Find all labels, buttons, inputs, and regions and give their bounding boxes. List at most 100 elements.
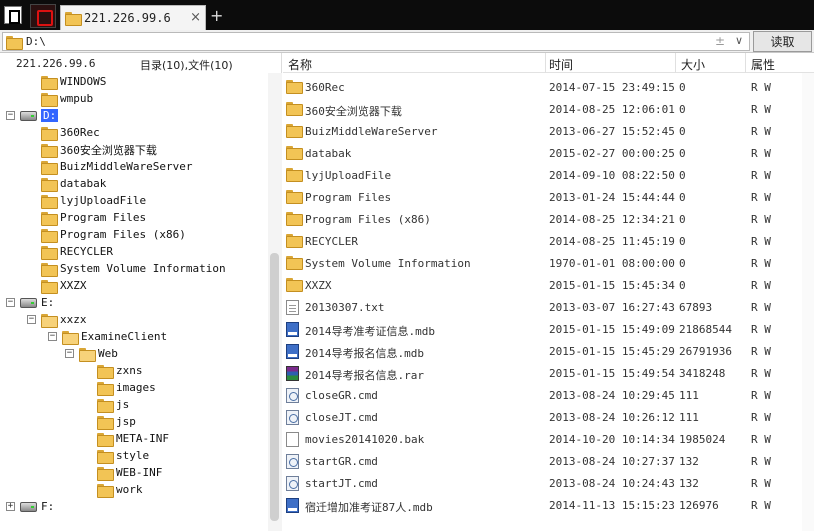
tree-node-label: wmpub (60, 92, 94, 105)
file-time: 2015-02-27 00:00:25 (549, 147, 675, 160)
new-tab-button[interactable]: + (210, 6, 223, 25)
tree-node[interactable]: zxns (97, 362, 143, 379)
tree-node[interactable]: jsp (97, 413, 136, 430)
folder-icon (286, 124, 303, 138)
folder-icon (286, 234, 303, 248)
chevron-down-icon[interactable]: ∨ (735, 34, 743, 47)
tree-node[interactable]: RECYCLER (41, 243, 113, 260)
tree-node[interactable]: Program Files (41, 209, 146, 226)
collapse-icon[interactable]: − (48, 332, 57, 341)
file-row[interactable]: closeGR.cmd 2013-08-24 10:29:45 111 R W (283, 385, 814, 407)
file-row[interactable]: XXZX 2015-01-15 15:45:34 0 R W (283, 275, 814, 297)
tree-scrollbar-thumb[interactable] (270, 253, 279, 521)
file-row[interactable]: closeJT.cmd 2013-08-24 10:26:12 111 R W (283, 407, 814, 429)
tree-node[interactable]: System Volume Information (41, 260, 226, 277)
path-value[interactable]: D:\ (26, 35, 46, 48)
file-row[interactable]: Program Files (x86) 2014-08-25 12:34:21 0 R… (283, 209, 814, 231)
folder-icon (97, 415, 114, 430)
file-row[interactable]: startJT.cmd 2013-08-24 10:24:43 132 R W (283, 473, 814, 495)
file-row[interactable]: 20130307.txt 2013-03-07 16:27:43 67893 R W (283, 297, 814, 319)
file-time: 2013-08-24 10:26:12 (549, 411, 675, 424)
file-attr: R W (751, 279, 771, 292)
file-row[interactable]: 360Rec 2014-07-15 23:49:15 0 R W (283, 77, 814, 99)
file-row[interactable]: 2014导考报名信息.mdb 2015-01-15 15:45:29 2679193… (283, 341, 814, 363)
column-name[interactable]: 名称 (288, 56, 312, 73)
path-bar: D:\ ± ∨ 读取 (0, 30, 814, 53)
file-row[interactable]: Program Files 2013-01-24 15:44:44 0 R W (283, 187, 814, 209)
path-history-icon[interactable]: ± (715, 34, 725, 48)
file-time: 2015-01-15 15:49:54 (549, 367, 675, 380)
folder-icon (41, 126, 58, 141)
file-attr: R W (751, 235, 771, 248)
tree-node[interactable]: images (97, 379, 156, 396)
file-row[interactable]: RECYCLER 2014-08-25 11:45:19 0 R W (283, 231, 814, 253)
collapse-icon[interactable]: − (27, 315, 36, 324)
file-size: 111 (679, 389, 699, 402)
file-row[interactable]: 360安全浏览器下载 2014-08-25 12:06:01 0 R W (283, 99, 814, 121)
tree-node[interactable]: − D: (6, 107, 59, 124)
tree-node[interactable]: − ExamineClient (48, 328, 167, 345)
file-size: 0 (679, 169, 686, 182)
collapse-icon[interactable]: − (65, 349, 74, 358)
tree-node[interactable]: Program Files (x86) (41, 226, 186, 243)
file-time: 2015-01-15 15:45:29 (549, 345, 675, 358)
tree-node[interactable]: − E: (6, 294, 54, 311)
file-list-scrollbar[interactable] (802, 73, 814, 531)
tree-node[interactable]: js (97, 396, 129, 413)
collapse-icon[interactable]: − (6, 111, 15, 120)
column-size[interactable]: 大小 (681, 56, 705, 73)
file-row[interactable]: startGR.cmd 2013-08-24 10:27:37 132 R W (283, 451, 814, 473)
tree-node[interactable]: databak (41, 175, 106, 192)
file-name: RECYCLER (305, 235, 358, 248)
file-size: 0 (679, 147, 686, 160)
column-attr[interactable]: 属性 (751, 56, 775, 73)
file-time: 2013-06-27 15:52:45 (549, 125, 675, 138)
tab-close-icon[interactable]: × (190, 10, 201, 25)
tree-node[interactable]: 360Rec (41, 124, 100, 141)
tree-node-label: databak (60, 177, 107, 190)
tree-scrollbar[interactable] (268, 73, 282, 531)
file-attr: R W (751, 477, 771, 490)
collapse-icon[interactable]: − (6, 298, 15, 307)
path-input[interactable]: D:\ ± ∨ (2, 32, 750, 51)
tab-connection[interactable]: 221.226.99.6 × (60, 5, 206, 30)
file-row[interactable]: System Volume Information 1970-01-01 08:0… (283, 253, 814, 275)
file-name: movies20141020.bak (305, 433, 425, 446)
directory-tree-pane: 221.226.99.6 目录(10),文件(10) WINDOWS wmpub −… (0, 53, 282, 531)
tree-node[interactable]: WEB-INF (97, 464, 162, 481)
tree-node-label: xxzx (60, 313, 87, 326)
tree-node-label: Program Files (x86) (60, 228, 186, 241)
tree-node[interactable]: + F: (6, 498, 54, 515)
tree-node[interactable]: work (97, 481, 143, 498)
file-time: 2013-08-24 10:27:37 (549, 455, 675, 468)
file-name: lyjUploadFile (305, 169, 392, 182)
tree-header: 221.226.99.6 目录(10),文件(10) (0, 53, 282, 73)
folder-icon (41, 143, 58, 158)
file-row[interactable]: 宿迁增加准考证87人.mdb 2014-11-13 15:15:23 126976 R… (283, 495, 814, 517)
file-size: 67893 (679, 301, 713, 314)
read-button[interactable]: 读取 (753, 31, 812, 52)
app-menu-icon[interactable] (4, 6, 22, 24)
stop-icon[interactable] (30, 4, 56, 28)
column-time[interactable]: 时间 (549, 56, 573, 73)
expand-icon[interactable]: + (6, 502, 15, 511)
file-row[interactable]: databak 2015-02-27 00:00:25 0 R W (283, 143, 814, 165)
tree-node[interactable]: WINDOWS (41, 73, 106, 90)
file-name: startGR.cmd (305, 455, 378, 468)
tree-node[interactable]: BuizMiddleWareServer (41, 158, 192, 175)
script-file-icon (286, 410, 299, 425)
file-row[interactable]: 2014导考报名信息.rar 2015-01-15 15:49:54 3418248… (283, 363, 814, 385)
tree-node[interactable]: − Web (65, 345, 118, 362)
tree-node-label: 360安全浏览器下载 (60, 143, 157, 157)
tree-node[interactable]: META-INF (97, 430, 169, 447)
tree-node[interactable]: − xxzx (27, 311, 87, 328)
tree-node[interactable]: wmpub (41, 90, 93, 107)
tree-node[interactable]: style (97, 447, 149, 464)
file-row[interactable]: 2014导考准考证信息.mdb 2015-01-15 15:49:09 218685… (283, 319, 814, 341)
tree-node[interactable]: 360安全浏览器下载 (41, 141, 157, 158)
file-row[interactable]: BuizMiddleWareServer 2013-06-27 15:52:45 0… (283, 121, 814, 143)
tree-node[interactable]: XXZX (41, 277, 87, 294)
tree-node[interactable]: lyjUploadFile (41, 192, 146, 209)
file-row[interactable]: lyjUploadFile 2014-09-10 08:22:50 0 R W (283, 165, 814, 187)
file-row[interactable]: movies20141020.bak 2014-10-20 10:14:34 198… (283, 429, 814, 451)
